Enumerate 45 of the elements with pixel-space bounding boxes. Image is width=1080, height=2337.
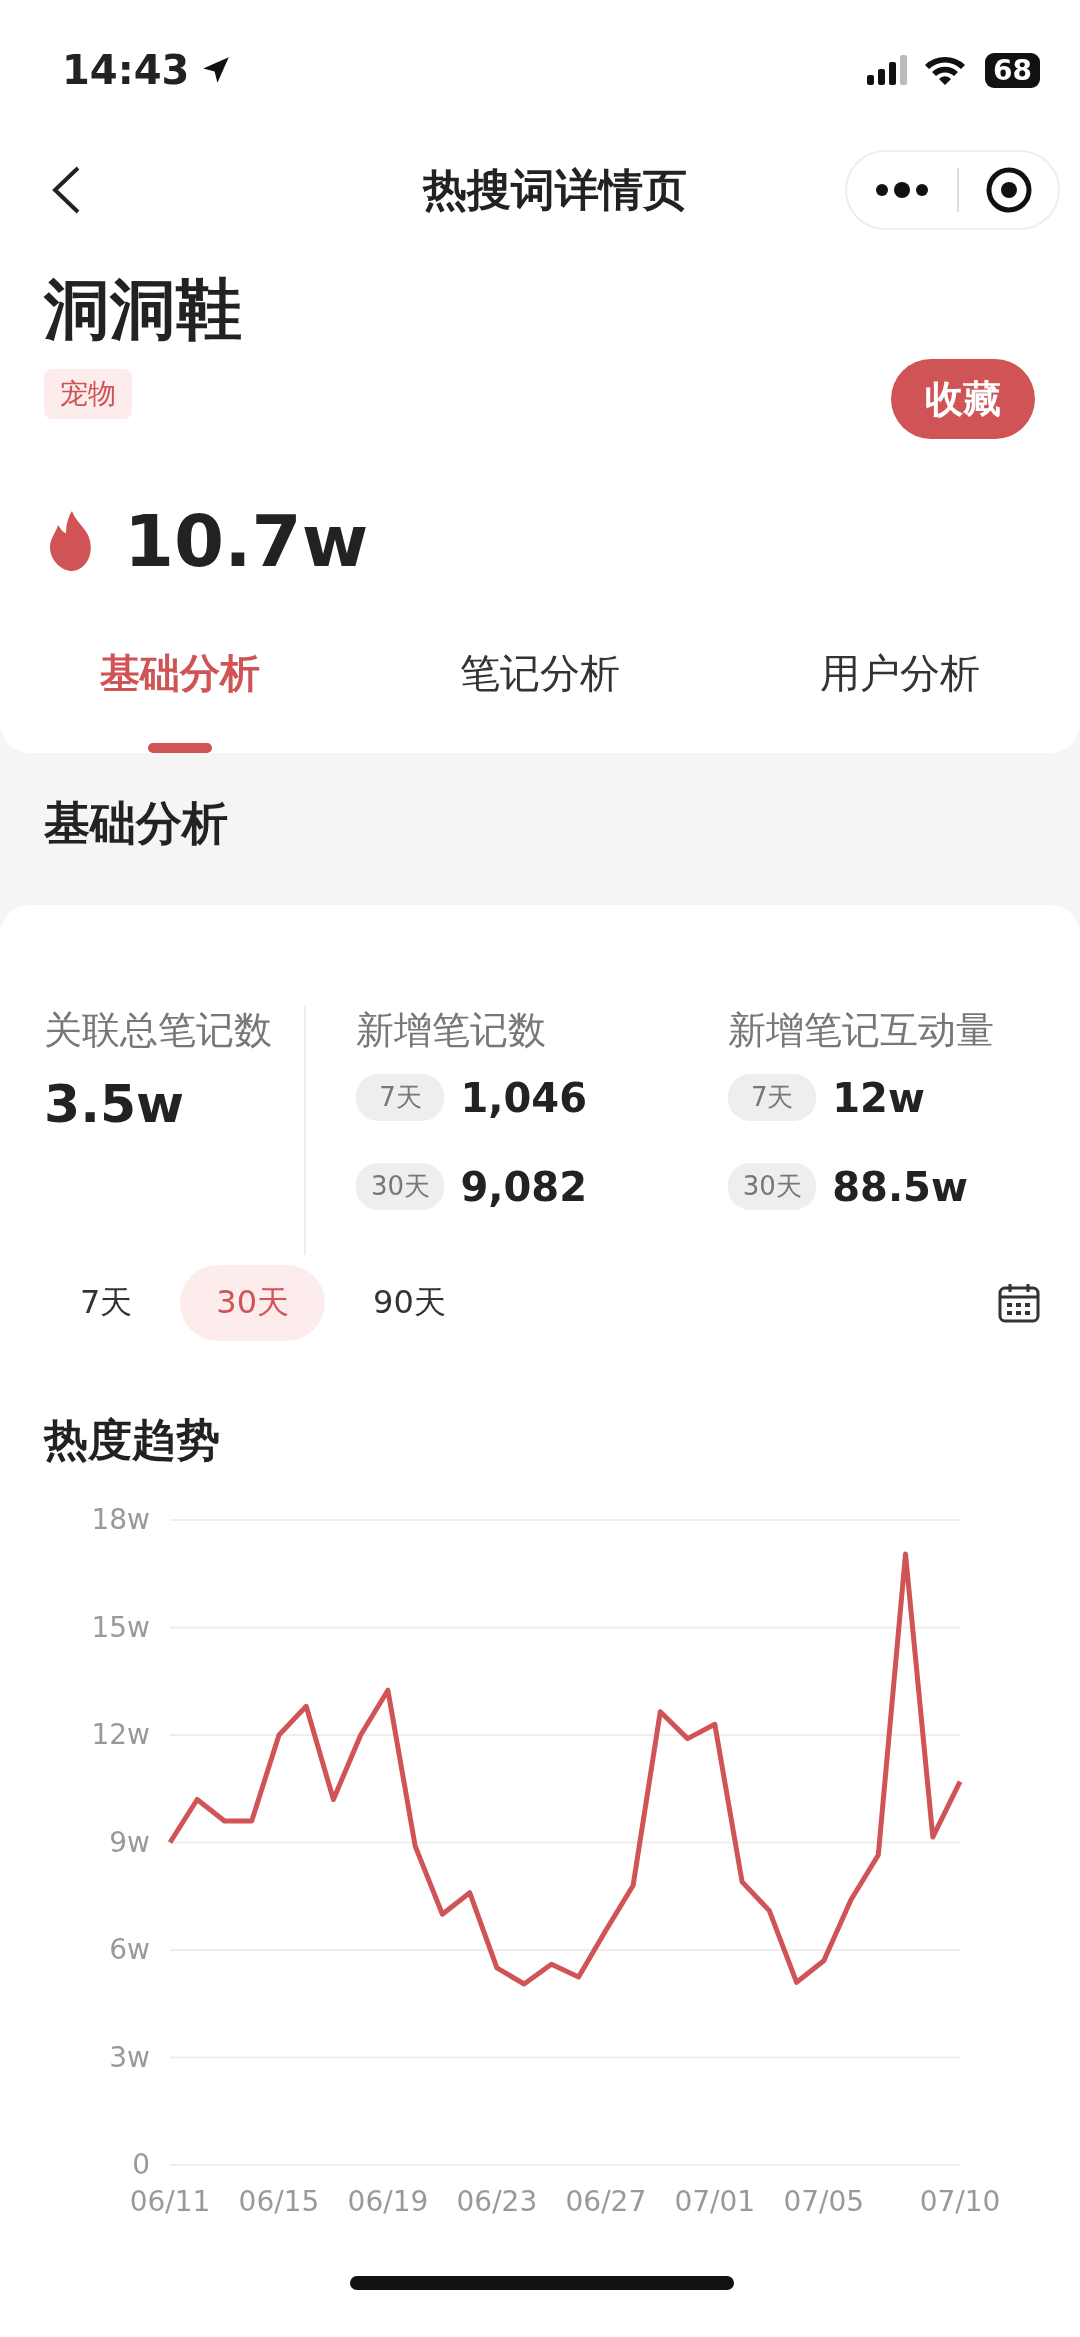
y-axis-label: 12w <box>91 1718 150 1752</box>
range-option[interactable]: 7天 <box>44 1265 169 1342</box>
y-axis-label: 9w <box>109 1825 150 1859</box>
battery-icon: 68 <box>985 52 1040 88</box>
favorite-button[interactable]: 收藏 <box>891 359 1035 440</box>
stat-label: 新增笔记互动量 <box>728 1007 996 1055</box>
y-axis-label: 6w <box>109 1933 150 1967</box>
stat-label: 新增笔记数 <box>356 1007 548 1055</box>
wifi-icon <box>923 54 968 86</box>
y-axis-label: 0 <box>132 2148 150 2182</box>
x-axis-label: 06/19 <box>347 2185 429 2219</box>
stat-value: 88.5w <box>832 1163 968 1210</box>
stat-value: 12w <box>832 1074 925 1121</box>
calendar-icon[interactable] <box>998 1283 1040 1324</box>
heat-value: 10.7w <box>124 499 369 584</box>
chart-title: 热度趋势 <box>42 1413 221 1468</box>
category-tag: 宠物 <box>44 369 132 420</box>
x-axis-label: 07/01 <box>674 2185 756 2219</box>
period-badge: 30天 <box>356 1163 445 1211</box>
analysis-tab[interactable]: 基础分析 <box>0 633 360 754</box>
range-option[interactable]: 30天 <box>180 1265 326 1342</box>
range-option[interactable]: 90天 <box>337 1265 482 1342</box>
analysis-tab[interactable]: 用户分析 <box>720 633 1080 754</box>
x-axis-label: 06/15 <box>238 2185 320 2219</box>
stat-label: 关联总笔记数 <box>44 1007 273 1055</box>
x-axis-label: 06/23 <box>456 2185 538 2219</box>
keyword-title: 洞洞鞋 <box>44 270 242 350</box>
status-time: 14:43 <box>62 47 190 93</box>
page-title: 热搜词详情页 <box>421 162 688 217</box>
period-badge: 7天 <box>728 1074 817 1122</box>
y-axis-label: 18w <box>91 1503 150 1537</box>
x-axis-label: 06/11 <box>129 2185 211 2219</box>
x-axis-label: 07/05 <box>783 2185 865 2219</box>
y-axis-label: 15w <box>91 1610 150 1644</box>
x-axis-label: 07/10 <box>919 2185 1001 2219</box>
stat-value: 3.5w <box>44 1074 186 1135</box>
period-badge: 30天 <box>728 1163 817 1211</box>
analysis-tab[interactable]: 笔记分析 <box>360 633 720 754</box>
back-icon[interactable] <box>50 165 82 215</box>
x-axis-label: 06/27 <box>565 2185 647 2219</box>
section-title: 基础分析 <box>43 795 229 853</box>
y-axis-label: 3w <box>109 2040 150 2074</box>
stat-value: 1,046 <box>460 1074 587 1121</box>
stat-value: 9,082 <box>460 1163 587 1210</box>
period-badge: 7天 <box>356 1074 445 1122</box>
